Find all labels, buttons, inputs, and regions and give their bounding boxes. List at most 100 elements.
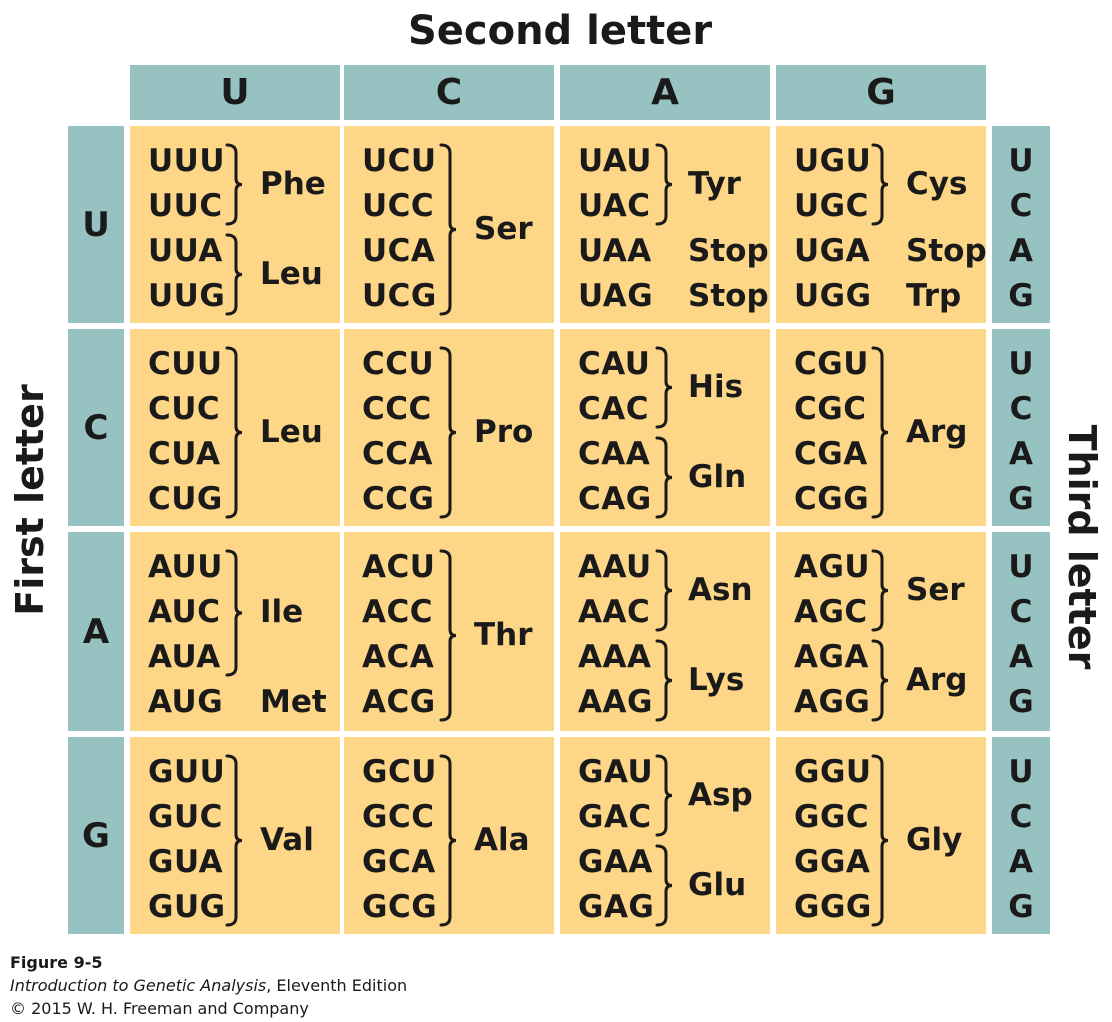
brace <box>655 639 673 722</box>
amino-acid-label: Asp <box>688 776 753 813</box>
codon-cell: CAU CAC CAA CAG His Gln <box>560 329 770 526</box>
codon: UUU <box>148 143 226 179</box>
codon: CAU <box>578 346 651 382</box>
third-letter: C <box>1009 799 1033 835</box>
amino-acid-label: Trp <box>906 278 962 314</box>
brace <box>655 754 673 837</box>
third-letter: G <box>1008 481 1034 517</box>
codon: GGC <box>794 799 870 835</box>
codon: CCA <box>362 436 433 472</box>
brace <box>871 754 889 927</box>
third-letter: C <box>1009 188 1033 224</box>
second-letter-header: C <box>344 65 554 120</box>
codon: GAC <box>578 799 652 835</box>
brace <box>655 844 673 927</box>
codon: GAG <box>578 889 655 925</box>
codon: AUA <box>148 639 221 675</box>
codon: GGA <box>794 844 871 880</box>
amino-acid-label: Glu <box>688 866 747 903</box>
amino-acid-label: Stop <box>688 233 769 269</box>
amino-acid-label: Stop <box>688 278 769 314</box>
amino-acid-label: Tyr <box>688 165 741 202</box>
brace <box>655 346 673 429</box>
codon: CUU <box>148 346 223 382</box>
brace <box>225 549 243 677</box>
brace <box>225 346 243 519</box>
amino-acid-label: Lys <box>688 661 745 698</box>
codon: ACA <box>362 639 435 675</box>
codon: ACG <box>362 684 436 720</box>
brace <box>655 549 673 632</box>
codon: GCU <box>362 754 437 790</box>
amino-acid-label: Thr <box>474 616 533 653</box>
codon: GCA <box>362 844 436 880</box>
codon: UUG <box>148 278 226 314</box>
codon: ACC <box>362 594 433 630</box>
book-citation: Introduction to Genetic Analysis, Eleven… <box>10 976 407 995</box>
codon-cell: AUU AUC AUA AUG Ile Met <box>130 532 340 731</box>
codon: AAA <box>578 639 652 675</box>
codon-cell: CCU CCC CCA CCG Pro <box>344 329 554 526</box>
codon: UUA <box>148 233 223 269</box>
amino-acid-label: His <box>688 368 744 405</box>
amino-acid-label: Phe <box>260 165 326 202</box>
third-letter: U <box>1008 549 1034 585</box>
third-letter: C <box>1009 391 1033 427</box>
codon-cell: UCU UCC UCA UCG Ser <box>344 126 554 323</box>
codon: CGC <box>794 391 867 427</box>
third-letter: U <box>1008 143 1034 179</box>
codon: GGG <box>794 889 872 925</box>
codon: UUC <box>148 188 223 224</box>
codon-cell: GCU GCC GCA GCG Ala <box>344 737 554 934</box>
codon-cell: GAU GAC GAA GAG Asp Glu <box>560 737 770 934</box>
codon: UAU <box>578 143 652 179</box>
codon: AGA <box>794 639 869 675</box>
brace <box>439 549 457 722</box>
codon-cell: AAU AAC AAA AAG Asn Lys <box>560 532 770 731</box>
second-letter-header: U <box>130 65 340 120</box>
amino-acid-label: Val <box>260 821 314 858</box>
codon: UGA <box>794 233 871 269</box>
book-edition: , Eleventh Edition <box>266 976 408 995</box>
amino-acid-label: Asn <box>688 571 753 608</box>
codon: AAU <box>578 549 652 585</box>
codon: ACU <box>362 549 436 585</box>
codon: UCC <box>362 188 435 224</box>
codon-cell: UGU UGC UGA UGG Cys Stop Trp <box>776 126 987 323</box>
codon: AGU <box>794 549 871 585</box>
brace <box>871 639 889 722</box>
codon: AUG <box>148 684 224 720</box>
codon: CAA <box>578 436 651 472</box>
amino-acid-label: Arg <box>906 413 968 450</box>
codon: AGC <box>794 594 868 630</box>
third-letter: A <box>1009 639 1033 675</box>
book-title: Introduction to Genetic Analysis <box>10 976 267 995</box>
amino-acid-label: Gln <box>688 458 747 495</box>
third-letter: G <box>1008 278 1034 314</box>
codon: CUA <box>148 436 221 472</box>
first-letter-header: C <box>68 329 124 526</box>
codon: CGG <box>794 481 870 517</box>
third-letter-title: Third letter <box>1060 424 1104 670</box>
third-letter-column: UCAG <box>992 737 1050 934</box>
codon: GUG <box>148 889 226 925</box>
amino-acid-label: Ser <box>474 210 533 247</box>
codon: CGU <box>794 346 869 382</box>
brace <box>439 143 457 316</box>
third-letter: A <box>1009 436 1033 472</box>
codon: AGG <box>794 684 871 720</box>
codon-cell: GGU GGC GGA GGG Gly <box>776 737 986 934</box>
codon: CCU <box>362 346 435 382</box>
codon: UCG <box>362 278 437 314</box>
third-letter: A <box>1009 233 1033 269</box>
codon-cell: CUU CUC CUA CUG Leu <box>130 329 340 526</box>
amino-acid-label: Leu <box>260 413 323 450</box>
third-letter: U <box>1008 346 1034 382</box>
second-letter-header: A <box>560 65 770 120</box>
amino-acid-label: Stop <box>906 233 987 269</box>
codon: CUG <box>148 481 223 517</box>
figure-number: Figure 9-5 <box>10 953 103 972</box>
codon-cell: UUU UUC UUA UUG Phe Leu <box>130 126 340 323</box>
codon: UAA <box>578 233 652 269</box>
third-letter: A <box>1009 844 1033 880</box>
